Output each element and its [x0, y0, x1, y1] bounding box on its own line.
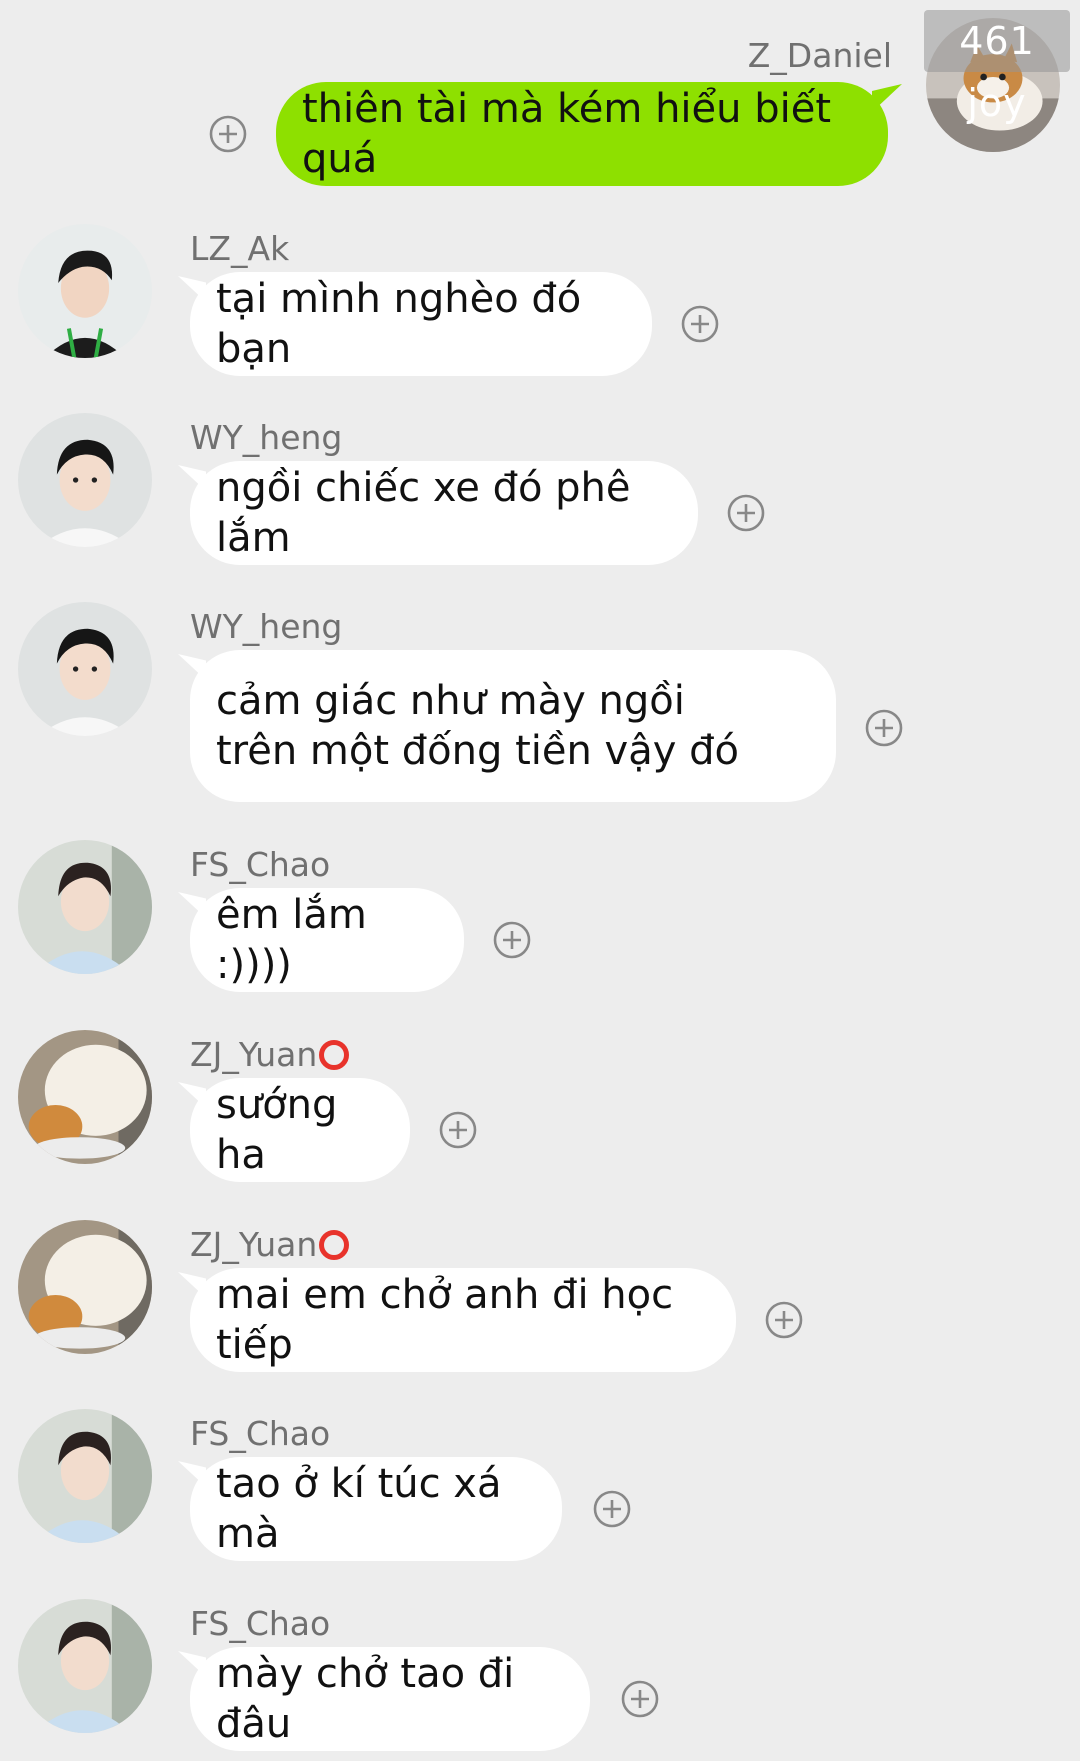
- message-bubble[interactable]: tao ở kí túc xá mà: [190, 1457, 562, 1561]
- sender-name: WY_heng: [190, 607, 343, 646]
- avatar[interactable]: [18, 1220, 152, 1354]
- plus-circle-icon[interactable]: [764, 1300, 804, 1340]
- avatar[interactable]: [18, 1409, 152, 1543]
- avatar[interactable]: [18, 840, 152, 974]
- avatar[interactable]: [18, 224, 152, 358]
- message-text: mai em chở anh đi học tiếp: [216, 1272, 674, 1368]
- message-text: thiên tài mà kém hiểu biết quá: [302, 86, 832, 182]
- plus-circle-icon[interactable]: [492, 920, 532, 960]
- red-ring-icon: [319, 1230, 350, 1260]
- sender-name: LZ_Ak: [190, 229, 290, 268]
- message-text: cảm giác như mày ngồi trên một đống tiền…: [216, 678, 739, 774]
- sender-name: ZJ_Yuan: [190, 1225, 350, 1265]
- message-text: tại mình nghèo đó bạn: [216, 276, 582, 372]
- sender-name: ZJ_Yuan: [190, 1035, 350, 1075]
- chat-message-list: Z_Daniel thiên tài mà kém hiểu biết quá …: [0, 0, 1080, 1761]
- message-bubble[interactable]: mai em chở anh đi học tiếp: [190, 1268, 736, 1372]
- plus-circle-icon[interactable]: [726, 493, 766, 533]
- message-text: êm lắm :)))): [216, 892, 367, 988]
- sender-name: WY_heng: [190, 418, 343, 457]
- message-bubble[interactable]: thiên tài mà kém hiểu biết quá: [276, 82, 888, 186]
- message-text: sướng ha: [216, 1082, 338, 1178]
- sender-name: FS_Chao: [190, 1604, 331, 1643]
- avatar[interactable]: [18, 413, 152, 547]
- avatar[interactable]: [18, 1599, 152, 1733]
- message-bubble[interactable]: mày chở tao đi đâu: [190, 1647, 590, 1751]
- avatar[interactable]: [18, 602, 152, 736]
- plus-circle-icon[interactable]: [680, 304, 720, 344]
- plus-circle-icon[interactable]: [438, 1110, 478, 1150]
- message-text: tao ở kí túc xá mà: [216, 1461, 502, 1557]
- message-bubble[interactable]: sướng ha: [190, 1078, 410, 1182]
- sender-name: FS_Chao: [190, 1414, 331, 1453]
- message-bubble[interactable]: tại mình nghèo đó bạn: [190, 272, 652, 376]
- plus-circle-icon[interactable]: [592, 1489, 632, 1529]
- sender-name: Z_Daniel: [747, 36, 892, 75]
- message-bubble[interactable]: êm lắm :)))): [190, 888, 464, 992]
- message-text: mày chở tao đi đâu: [216, 1651, 515, 1747]
- plus-circle-icon[interactable]: [208, 114, 248, 154]
- watermark: 461 joy: [924, 10, 1070, 125]
- plus-circle-icon[interactable]: [864, 708, 904, 748]
- red-ring-icon: [319, 1040, 350, 1070]
- message-bubble[interactable]: ngồi chiếc xe đó phê lắm: [190, 461, 698, 565]
- sender-name: FS_Chao: [190, 845, 331, 884]
- message-text: ngồi chiếc xe đó phê lắm: [216, 465, 631, 561]
- message-bubble[interactable]: cảm giác như mày ngồi trên một đống tiền…: [190, 650, 836, 802]
- plus-circle-icon[interactable]: [620, 1679, 660, 1719]
- avatar[interactable]: [18, 1030, 152, 1164]
